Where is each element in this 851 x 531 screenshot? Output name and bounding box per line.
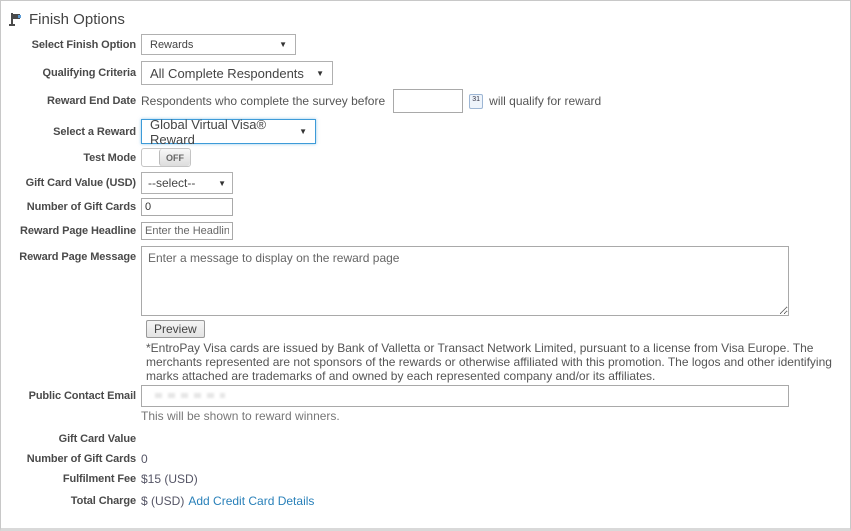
row-qualifying-criteria: Qualifying Criteria All Complete Respond… xyxy=(1,61,850,85)
reward-end-date-prefix: Respondents who complete the survey befo… xyxy=(141,94,385,108)
summary-fulfilment-fee: Fulfilment Fee $15 (USD) xyxy=(1,469,850,489)
summary-gift-card-value-label: Gift Card Value xyxy=(1,433,141,445)
page-header: Finish Options xyxy=(9,9,850,29)
summary-total-charge-amount: $ (USD) xyxy=(141,494,184,508)
select-a-reward-value: Global Virtual Visa® Reward xyxy=(150,117,291,147)
summary-number-of-gift-cards: Number of Gift Cards 0 xyxy=(1,449,850,469)
row-gift-card-value: Gift Card Value (USD) --select-- ▼ xyxy=(1,172,850,194)
test-mode-state: OFF xyxy=(159,149,190,166)
finish-options-panel: Finish Options Select Finish Option Rewa… xyxy=(0,0,851,531)
reward-page-headline-input[interactable] xyxy=(141,222,233,240)
reward-page-headline-label: Reward Page Headline xyxy=(1,225,141,237)
calendar-icon[interactable]: 31 xyxy=(469,94,483,109)
row-reward-end-date: Reward End Date Respondents who complete… xyxy=(1,89,850,113)
test-mode-toggle[interactable]: OFF xyxy=(141,148,191,167)
number-of-gift-cards-label: Number of Gift Cards xyxy=(1,201,141,213)
reward-page-message-textarea[interactable] xyxy=(141,246,789,316)
summary-fulfilment-fee-label: Fulfilment Fee xyxy=(1,473,141,485)
summary-gift-card-value: Gift Card Value xyxy=(1,429,850,449)
row-number-of-gift-cards: Number of Gift Cards xyxy=(1,198,850,216)
charge-summary: Gift Card Value Number of Gift Cards 0 F… xyxy=(1,429,850,511)
row-public-contact-email: Public Contact Email This will be shown … xyxy=(1,385,850,423)
caret-down-icon: ▼ xyxy=(316,69,324,78)
reward-page-message-label: Reward Page Message xyxy=(1,246,141,263)
page-title: Finish Options xyxy=(29,11,125,28)
finish-flag-icon xyxy=(9,12,23,26)
summary-number-of-gift-cards-label: Number of Gift Cards xyxy=(1,453,141,465)
gift-card-value-dropdown[interactable]: --select-- ▼ xyxy=(141,172,233,194)
reward-end-date-suffix: will qualify for reward xyxy=(489,94,601,108)
row-reward-page-headline: Reward Page Headline xyxy=(1,222,850,240)
summary-total-charge-label: Total Charge xyxy=(1,495,141,507)
gift-card-value-label: Gift Card Value (USD) xyxy=(1,177,141,189)
number-of-gift-cards-input[interactable] xyxy=(141,198,233,216)
select-a-reward-label: Select a Reward xyxy=(1,126,141,138)
summary-fulfilment-fee-amount: $15 (USD) xyxy=(141,472,198,486)
caret-down-icon: ▼ xyxy=(279,40,287,49)
gift-card-value-selected: --select-- xyxy=(148,176,195,190)
row-reward-page-message: Reward Page Message xyxy=(1,246,850,316)
select-finish-option-value: Rewards xyxy=(150,39,193,51)
entropay-disclaimer: *EntroPay Visa cards are issued by Bank … xyxy=(146,341,846,383)
add-credit-card-link[interactable]: Add Credit Card Details xyxy=(188,494,314,508)
agreement-row: I agree to the Terms of Service xyxy=(138,527,850,531)
reward-end-date-input[interactable] xyxy=(393,89,463,113)
summary-number-of-gift-cards-count: 0 xyxy=(141,452,148,466)
reward-end-date-label: Reward End Date xyxy=(1,95,141,107)
public-contact-email-label: Public Contact Email xyxy=(1,385,141,402)
select-a-reward-dropdown[interactable]: Global Virtual Visa® Reward ▼ xyxy=(141,119,316,144)
preview-button[interactable]: Preview xyxy=(146,320,205,338)
select-finish-option-dropdown[interactable]: Rewards ▼ xyxy=(141,34,296,55)
test-mode-label: Test Mode xyxy=(1,152,141,164)
select-finish-option-label: Select Finish Option xyxy=(1,39,141,51)
qualifying-criteria-value: All Complete Respondents xyxy=(150,66,304,81)
row-select-finish-option: Select Finish Option Rewards ▼ xyxy=(1,34,850,55)
row-test-mode: Test Mode OFF xyxy=(1,148,850,167)
qualifying-criteria-label: Qualifying Criteria xyxy=(1,67,141,79)
caret-down-icon: ▼ xyxy=(218,179,226,188)
qualifying-criteria-dropdown[interactable]: All Complete Respondents ▼ xyxy=(141,61,333,85)
row-select-a-reward: Select a Reward Global Virtual Visa® Rew… xyxy=(1,119,850,144)
row-preview: Preview xyxy=(1,320,850,338)
caret-down-icon: ▼ xyxy=(299,127,307,136)
public-contact-email-helper: This will be shown to reward winners. xyxy=(141,409,340,423)
summary-total-charge: Total Charge $ (USD) Add Credit Card Det… xyxy=(1,491,850,511)
public-contact-email-input[interactable] xyxy=(141,385,789,407)
